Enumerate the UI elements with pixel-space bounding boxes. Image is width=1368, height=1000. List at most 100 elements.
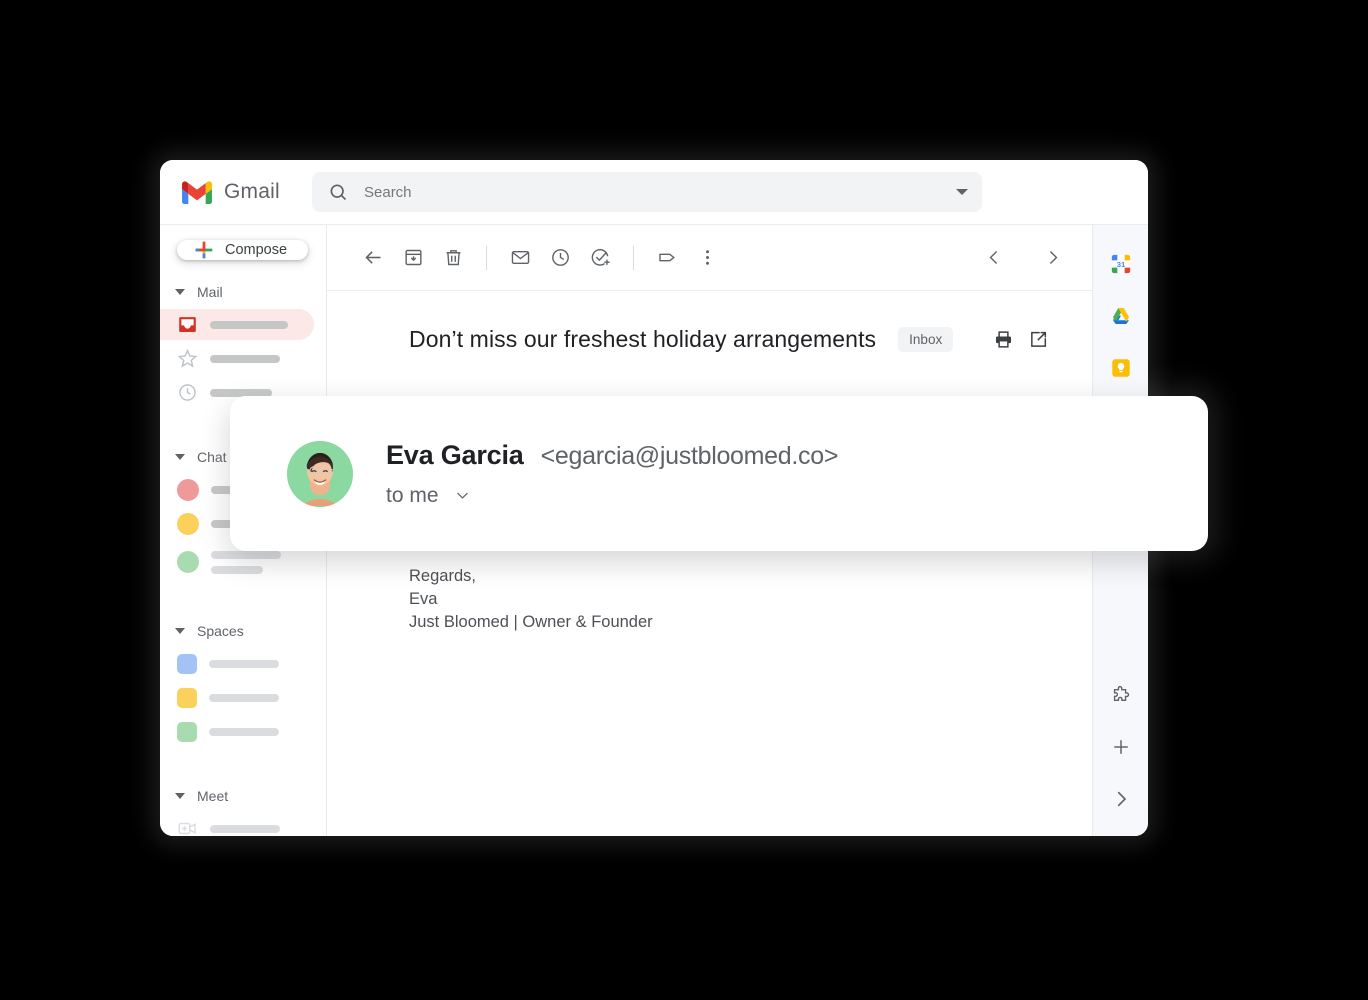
meet-label-placeholder — [210, 824, 280, 833]
signature-name: Eva — [409, 590, 438, 609]
sidebar-section-spaces: Spaces — [160, 617, 326, 750]
filter-caret-icon[interactable] — [956, 189, 968, 195]
back-button[interactable] — [353, 238, 393, 278]
expand-side-panel-button[interactable] — [1101, 784, 1141, 814]
search-input[interactable] — [364, 183, 940, 201]
google-drive-icon — [1112, 308, 1129, 325]
chevron-down-icon[interactable] — [454, 487, 471, 504]
search-icon — [330, 184, 347, 201]
placeholder-bar — [211, 550, 281, 559]
google-keep-icon — [1111, 359, 1130, 377]
sidebar-section-label: Mail — [197, 284, 223, 300]
more-options-button[interactable] — [687, 238, 727, 278]
back-arrow-icon — [364, 251, 380, 264]
caret-down-icon — [175, 289, 185, 295]
delete-button[interactable] — [433, 238, 473, 278]
marketplace-button[interactable] — [1101, 680, 1141, 710]
chevron-left-icon — [989, 251, 997, 264]
sender-avatar-image — [287, 440, 353, 507]
add-to-tasks-icon — [591, 248, 610, 266]
recipients-text: to me — [386, 483, 439, 507]
brand[interactable]: Gmail — [182, 180, 290, 204]
new-meeting-icon — [178, 822, 196, 835]
sidebar-item-inbox[interactable] — [160, 309, 314, 340]
signature-title: Just Bloomed | Owner & Founder — [409, 612, 653, 631]
sidebar-space-item[interactable] — [160, 648, 314, 679]
gmail-m-logo — [182, 180, 212, 204]
sidebar-section-mail: Mail — [160, 278, 326, 411]
sidebar-section-label: Meet — [197, 788, 229, 804]
avatar-dot-icon — [177, 478, 199, 501]
google-calendar-icon: 31 — [1111, 254, 1130, 274]
sender-block-under — [327, 353, 1092, 401]
add-app-button[interactable] — [1101, 732, 1141, 762]
envelope-icon — [511, 251, 529, 264]
subject-text: Don’t miss our freshest holiday arrangem… — [409, 326, 877, 352]
archive-button[interactable] — [393, 238, 433, 278]
placeholder-bar — [211, 565, 263, 574]
compose-button[interactable]: Compose — [177, 240, 308, 260]
mark-unread-button[interactable] — [500, 238, 540, 278]
next-message-button[interactable] — [1032, 238, 1072, 278]
chevron-right-icon — [1049, 251, 1057, 264]
sender-name-line: Eva Garcia <egarcia@justbloomed.co> — [386, 440, 838, 471]
sidebar-space-item[interactable] — [160, 716, 314, 747]
space-square-icon — [177, 653, 197, 674]
sender-email: <egarcia@justbloomed.co> — [540, 441, 839, 470]
toolbar-divider — [486, 245, 487, 270]
add-plus-icon — [1113, 740, 1128, 754]
sidebar-item-label-placeholder — [210, 320, 288, 329]
sidebar-section-meet: Meet — [160, 782, 326, 836]
sidebar-section-header-meet[interactable]: Meet — [160, 782, 326, 810]
subject-actions — [993, 329, 1049, 350]
screen-background: Gmail Search Compose Mail Chat Spaces Me… — [0, 0, 1368, 1000]
label-chip-inbox[interactable]: Inbox — [898, 327, 954, 352]
open-in-new-icon[interactable] — [1028, 329, 1049, 350]
google-calendar-button[interactable]: 31 — [1101, 249, 1141, 279]
google-keep-button[interactable] — [1101, 353, 1141, 383]
space-square-icon — [177, 687, 197, 708]
marketplace-puzzle-icon — [1113, 685, 1129, 701]
previous-message-button[interactable] — [974, 238, 1014, 278]
sidebar-item-new-meeting[interactable] — [160, 813, 314, 836]
space-name-placeholder — [209, 727, 279, 736]
subject-row: Don’t miss our freshest holiday arrangem… — [327, 291, 1092, 353]
toolbar-divider — [633, 245, 634, 270]
trash-icon — [446, 250, 460, 266]
caret-down-icon — [175, 793, 185, 799]
archive-icon — [404, 249, 422, 266]
sidebar-space-item[interactable] — [160, 682, 314, 713]
print-icon[interactable] — [993, 329, 1014, 350]
caret-down-icon — [175, 454, 185, 460]
plus-multicolor-icon — [195, 241, 213, 259]
add-to-tasks-button[interactable] — [580, 238, 620, 278]
signoff: Regards, — [409, 567, 476, 586]
sidebar-section-header-mail[interactable]: Mail — [160, 278, 326, 306]
expand-chevron-right-icon — [1117, 791, 1126, 807]
message-toolbar — [327, 225, 1092, 291]
signature-block: Regards, Eva Just Bloomed | Owner & Foun… — [409, 565, 1092, 633]
sidebar-section-header-spaces[interactable]: Spaces — [160, 617, 326, 645]
label-tag-icon — [658, 253, 675, 262]
compose-label: Compose — [225, 242, 288, 258]
sidebar-section-label: Chat — [197, 449, 227, 465]
google-drive-button[interactable] — [1101, 301, 1141, 331]
avatar-dot-icon — [177, 512, 199, 535]
sender-info: Eva Garcia <egarcia@justbloomed.co> to m… — [386, 440, 838, 508]
sidebar-item-label-placeholder — [210, 354, 280, 363]
sender-name: Eva Garcia — [386, 439, 524, 470]
labels-button[interactable] — [647, 238, 687, 278]
sidebar-item-starred[interactable] — [160, 343, 314, 374]
avatar-dot-icon — [177, 551, 199, 573]
space-square-icon — [177, 721, 197, 742]
snooze-button[interactable] — [540, 238, 580, 278]
caret-down-icon — [175, 628, 185, 634]
avatar[interactable] — [287, 440, 353, 507]
chat-name-placeholder — [211, 550, 281, 574]
inbox-icon — [179, 317, 196, 332]
calendar-badge-31: 31 — [1116, 260, 1125, 269]
recipients-line[interactable]: to me — [386, 484, 838, 508]
sidebar-section-label: Spaces — [197, 623, 244, 639]
search-bar[interactable] — [312, 172, 982, 212]
more-vertical-icon — [705, 250, 709, 265]
